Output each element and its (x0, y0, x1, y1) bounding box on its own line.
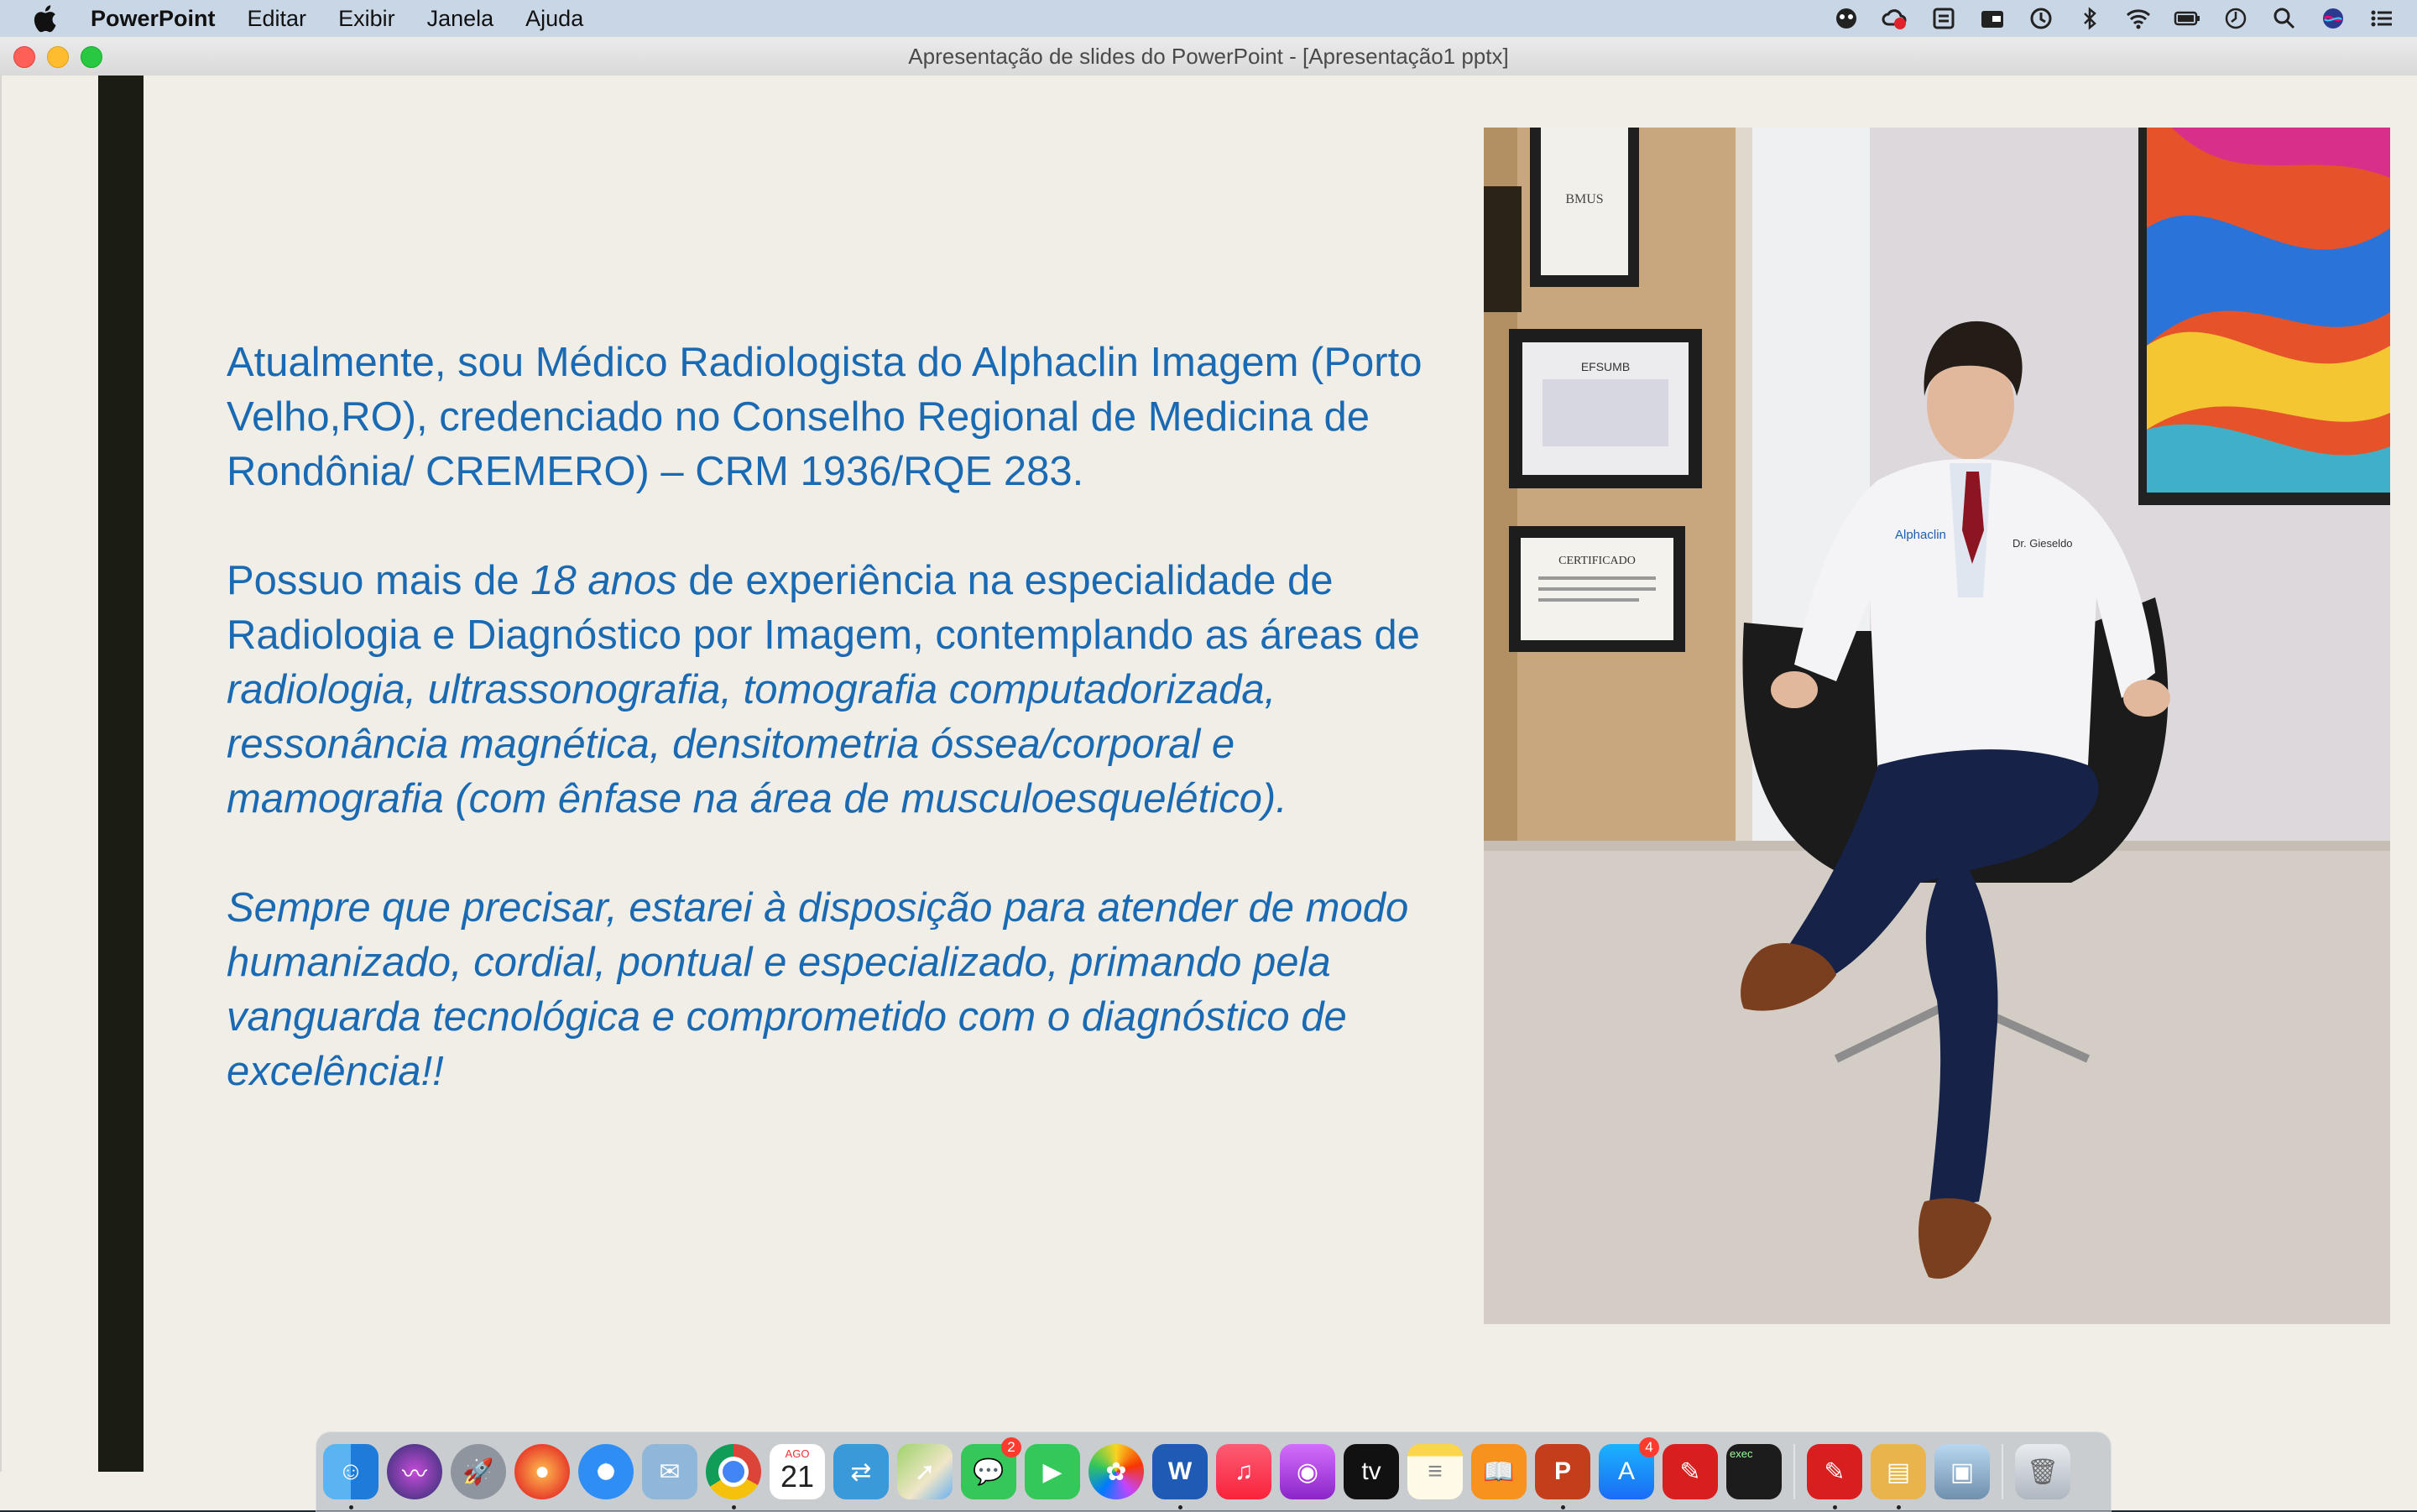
terminal-icon[interactable]: exec (1726, 1444, 1782, 1499)
battery-icon[interactable] (2172, 6, 2202, 31)
paragraph-commitment: Sempre que precisar, estarei à disposiçã… (227, 881, 1435, 1099)
messages-badge: 2 (1001, 1437, 1021, 1457)
acrobat-document-icon[interactable]: ✎ (1807, 1444, 1862, 1509)
books-icon[interactable]: 📖 (1471, 1444, 1527, 1499)
menu-ajuda[interactable]: Ajuda (525, 6, 583, 32)
siri-app-icon[interactable]: 〰 (387, 1444, 442, 1499)
notes-icon[interactable]: ≡ (1407, 1444, 1463, 1499)
control-center-icon[interactable] (2367, 6, 2397, 31)
podcasts-icon[interactable]: ◉ (1280, 1444, 1335, 1499)
title-bar: Apresentação de slides do PowerPoint - [… (0, 37, 2417, 76)
menu-exibir[interactable]: Exibir (338, 6, 395, 32)
word-icon[interactable]: W (1152, 1444, 1208, 1509)
photos-icon[interactable]: ✿ (1088, 1444, 1144, 1499)
trash-icon[interactable]: 🗑 (2015, 1444, 2070, 1499)
mail-icon[interactable]: ✉ (642, 1444, 697, 1499)
svg-text:EFSUMB: EFSUMB (1581, 360, 1630, 373)
dock-separator-2 (2002, 1444, 2003, 1499)
powerpoint-window: Apresentação de slides do PowerPoint - [… (0, 37, 2417, 1510)
menu-bar: PowerPoint Editar Exibir Janela Ajuda (0, 0, 2417, 37)
experience-text-1: Possuo mais de (227, 558, 531, 603)
bluetooth-icon[interactable] (2075, 6, 2105, 31)
colorful-painting (2138, 128, 2390, 505)
svg-text:Dr. Gieseldo: Dr. Gieseldo (2012, 537, 2073, 550)
acrobat-icon[interactable]: ✎ (1663, 1444, 1718, 1499)
launchpad-icon[interactable]: 🚀 (451, 1444, 506, 1499)
safari-icon[interactable]: ✦ (578, 1444, 634, 1499)
status-area (1831, 0, 2397, 37)
powerpoint-icon[interactable]: P (1535, 1444, 1590, 1509)
svg-text:CERTIFICADO: CERTIFICADO (1558, 555, 1636, 567)
slide-decorative-bar (98, 76, 144, 1472)
doctor-photo: BMUS EFSUMB CERTIFICADO Alphaclin Dr. Gi… (1484, 128, 2390, 1324)
apple-icon[interactable] (32, 4, 57, 33)
dock: ☺ 〰 🚀 ● ✦ ✉ AGO 21 ⇄ ➚ 💬 2 ▶ ✿ W ♫ ◉ tv ≡… (316, 1431, 2112, 1512)
svg-text:BMUS: BMUS (1565, 192, 1603, 206)
slide[interactable]: Atualmente, sou Médico Radiologista do A… (0, 76, 2417, 1472)
firefox-icon[interactable]: ● (514, 1444, 570, 1499)
window-title: Apresentação de slides do PowerPoint - [… (908, 44, 1509, 69)
wifi-icon[interactable] (2123, 6, 2153, 31)
archive-folder-icon[interactable]: ▤ (1871, 1444, 1926, 1509)
paragraph-current-role: Atualmente, sou Médico Radiologista do A… (227, 340, 1423, 494)
menu-janela[interactable]: Janela (427, 6, 494, 32)
sync-icon[interactable] (1929, 6, 1959, 31)
messages-icon[interactable]: 💬 2 (961, 1437, 1021, 1499)
music-icon[interactable]: ♫ (1216, 1444, 1271, 1499)
commitment-text: Sempre que precisar, estarei à disposiçã… (227, 885, 1409, 1094)
calendar-icon[interactable]: AGO 21 (770, 1444, 825, 1499)
search-icon[interactable] (2269, 6, 2300, 31)
calendar-day: 21 (780, 1459, 815, 1494)
certificate-2: EFSUMB (1509, 329, 1702, 488)
facetime-icon[interactable]: ▶ (1025, 1444, 1080, 1499)
certificate-1: BMUS (1530, 128, 1639, 287)
experience-areas: radiologia, ultrassonografia, tomografia… (227, 667, 1287, 821)
clock-icon[interactable] (2221, 6, 2251, 31)
appstore-badge: 4 (1639, 1437, 1659, 1457)
calendar-month: AGO (785, 1447, 810, 1460)
apple-tv-icon[interactable]: tv (1344, 1444, 1399, 1499)
dock-separator (1793, 1444, 1795, 1499)
svg-text:Alphaclin: Alphaclin (1895, 528, 1946, 542)
slide-left-margin (0, 76, 100, 1472)
certificate-3: CERTIFICADO (1509, 526, 1685, 652)
slide-text-box: Atualmente, sou Médico Radiologista do A… (227, 336, 1435, 1154)
cloud-record-icon[interactable] (1880, 6, 1910, 31)
wallet-icon[interactable] (1977, 6, 2007, 31)
maps-icon[interactable]: ➚ (897, 1444, 953, 1499)
finder-icon[interactable]: ☺ (323, 1444, 378, 1509)
time-machine-icon[interactable] (2026, 6, 2056, 31)
preview-icon[interactable]: ▣ (1934, 1444, 1990, 1499)
app-store-icon[interactable]: A4 (1599, 1437, 1659, 1499)
menu-app-name[interactable]: PowerPoint (91, 6, 216, 32)
paragraph-experience: Possuo mais de 18 anos de experiência na… (227, 554, 1435, 826)
siri-icon[interactable] (2318, 6, 2348, 31)
menu-editar[interactable]: Editar (248, 6, 307, 32)
experience-years: 18 anos (530, 558, 677, 603)
chrome-icon[interactable] (706, 1444, 761, 1509)
migration-icon[interactable]: ⇄ (833, 1444, 889, 1499)
face-icon[interactable] (1831, 6, 1861, 31)
